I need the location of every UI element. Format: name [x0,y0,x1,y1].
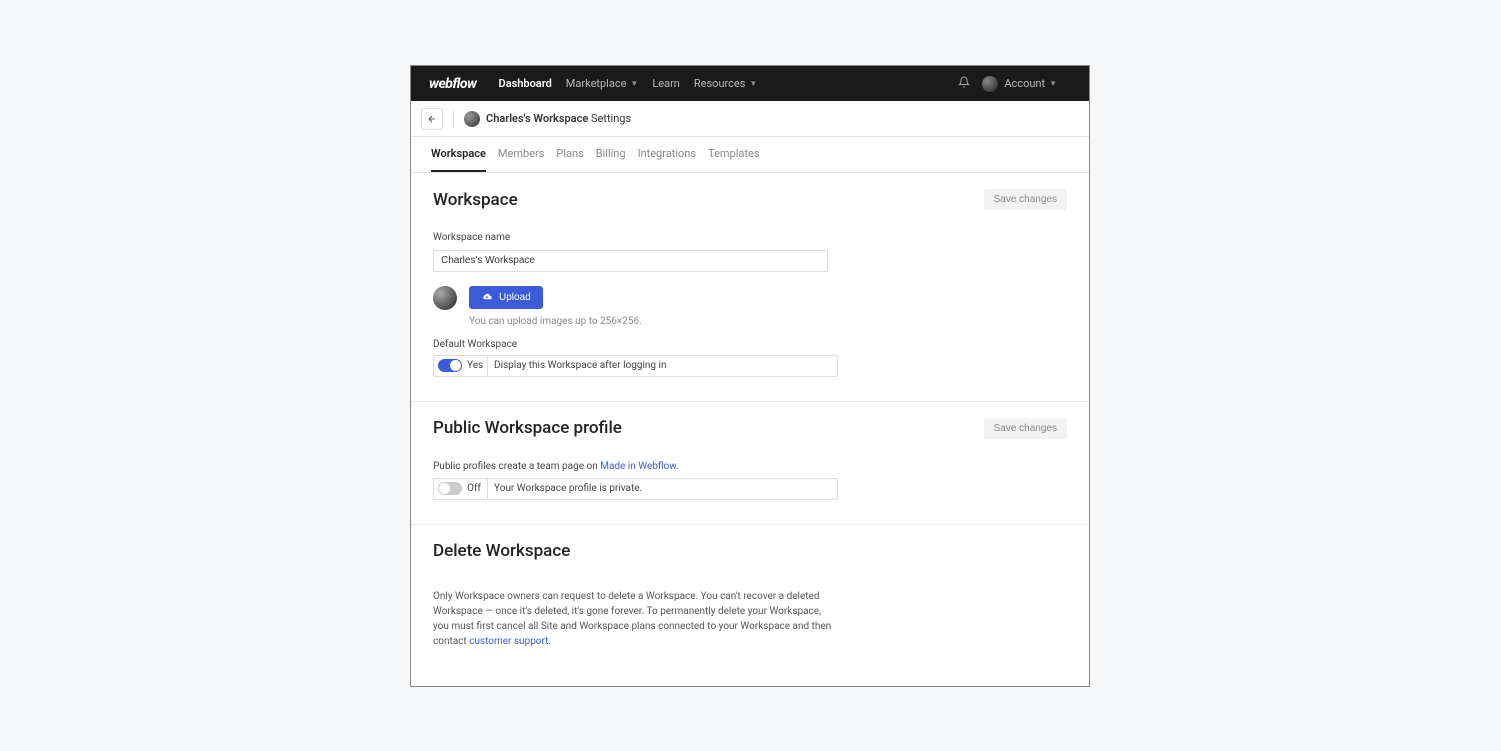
public-profile-toggle-row: Off Your Workspace profile is private. [433,478,838,500]
tab-integrations[interactable]: Integrations [638,137,696,172]
nav-account[interactable]: Account ▼ [1004,77,1057,90]
nav-dashboard[interactable]: Dashboard [499,77,552,90]
avatar [982,76,998,92]
tab-billing[interactable]: Billing [596,137,626,172]
tab-workspace[interactable]: Workspace [431,137,486,172]
public-profile-toggle[interactable] [438,482,462,495]
workspace-name: Charles's Workspace [486,112,588,125]
nav-learn[interactable]: Learn [652,77,680,90]
chevron-down-icon: ▼ [749,79,757,88]
breadcrumb: Charles's Workspace Settings [411,101,1089,137]
default-workspace-toggle-row: Yes Display this Workspace after logging… [433,355,838,377]
breadcrumb-text: Charles's Workspace Settings [486,112,631,125]
chevron-down-icon: ▼ [1049,79,1057,88]
divider [453,110,454,128]
back-button[interactable] [421,108,443,130]
workspace-name-input[interactable] [433,250,828,272]
save-button[interactable]: Save changes [984,189,1067,210]
tab-members[interactable]: Members [498,137,545,172]
section-title: Public Workspace profile [433,418,622,438]
section-public-profile: Public Workspace profile Save changes Pu… [411,402,1089,525]
workspace-name-label: Workspace name [433,232,1067,243]
default-workspace-label: Default Workspace [433,339,1067,350]
workspace-icon [464,111,480,127]
toggle-desc: Display this Workspace after logging in [494,360,666,371]
nav-marketplace-label: Marketplace [566,77,627,90]
nav-resources-label: Resources [694,77,746,90]
arrow-left-icon [427,114,437,124]
nav-account-label: Account [1004,77,1045,90]
content: Workspace Save changes Workspace name Up… [411,173,1089,673]
upload-label: Upload [499,292,531,303]
customer-support-link[interactable]: customer support [469,636,548,647]
nav-marketplace[interactable]: Marketplace▼ [566,77,639,90]
section-workspace: Workspace Save changes Workspace name Up… [411,173,1089,402]
bell-icon[interactable] [958,76,970,91]
breadcrumb-suffix: Settings [591,112,631,125]
delete-suffix: . [548,636,551,647]
public-profile-desc: Public profiles create a team page on Ma… [433,461,1067,472]
made-in-webflow-link[interactable]: Made in Webflow. [600,461,679,472]
top-nav: webflow Dashboard Marketplace▼ Learn Res… [411,66,1089,101]
default-workspace-toggle[interactable] [438,359,462,372]
tab-templates[interactable]: Templates [708,137,759,172]
delete-desc: Only Workspace owners can request to del… [433,589,833,649]
tabs: Workspace Members Plans Billing Integrat… [411,137,1089,173]
tab-plans[interactable]: Plans [556,137,583,172]
desc-prefix: Public profiles create a team page on [433,461,600,472]
upload-button[interactable]: Upload [469,286,543,309]
section-delete: Delete Workspace Only Workspace owners c… [411,525,1089,673]
nav-resources[interactable]: Resources▼ [694,77,757,90]
toggle-state: Off [467,483,485,494]
section-title: Delete Workspace [433,541,570,561]
save-button[interactable]: Save changes [984,418,1067,439]
chevron-down-icon: ▼ [630,79,638,88]
workspace-avatar [433,286,457,310]
logo: webflow [429,76,477,92]
app-window: webflow Dashboard Marketplace▼ Learn Res… [410,65,1090,687]
toggle-desc: Your Workspace profile is private. [494,483,642,494]
section-title: Workspace [433,190,518,210]
cloud-upload-icon [481,293,493,303]
upload-hint: You can upload images up to 256×256. [469,316,1067,327]
toggle-state: Yes [467,360,485,371]
